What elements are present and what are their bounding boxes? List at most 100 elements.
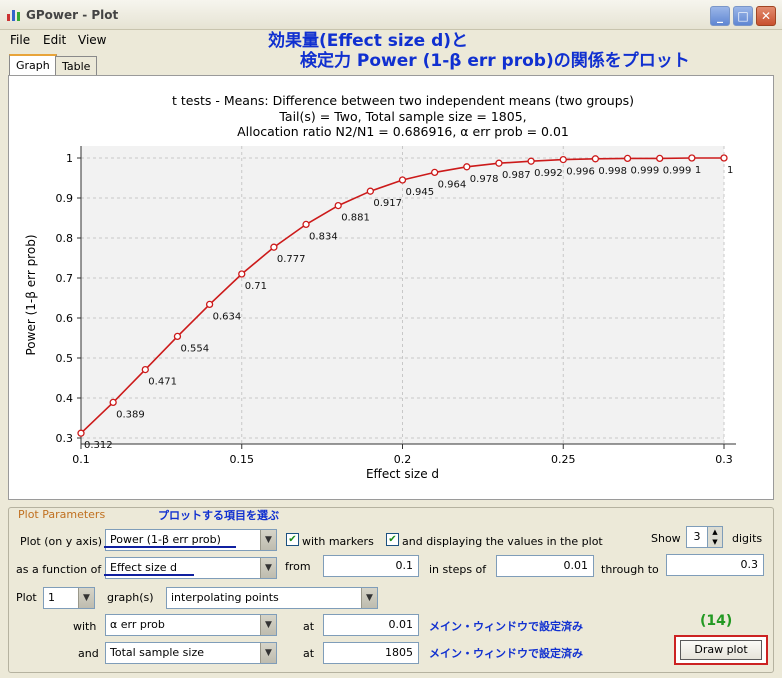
data-point-marker	[270, 243, 278, 251]
y-tick-label: 0.6	[56, 312, 74, 325]
digits-spinner[interactable]: ▲ ▼	[707, 526, 723, 548]
data-value-label: 0.471	[148, 377, 177, 388]
data-value-label: 0.777	[277, 254, 306, 265]
data-point-marker	[238, 270, 246, 278]
data-point-marker	[334, 201, 342, 210]
data-value-label: 1	[695, 165, 701, 176]
minimize-icon: _	[717, 9, 723, 23]
graph-count-select[interactable]: 1 ▼	[43, 587, 95, 609]
alpha-field[interactable]: 0.01	[323, 614, 419, 636]
plot-panel: t tests - Means: Difference between two …	[8, 75, 774, 500]
spin-up-icon: ▲	[712, 528, 718, 536]
data-value-label: 0.389	[116, 409, 145, 420]
display-values-checkbox[interactable]: ✔	[386, 533, 399, 546]
show-label: Show	[651, 532, 681, 545]
as-function-label: as a function of	[16, 563, 102, 576]
data-value-label: 0.917	[373, 198, 402, 209]
with-label: with	[73, 620, 97, 633]
y-tick-label: 0.9	[56, 192, 74, 205]
display-values-label: and displaying the values in the plot	[402, 535, 603, 548]
with-parameter-select[interactable]: α err prob ▼	[105, 614, 277, 636]
sample-size-field[interactable]: 1805	[323, 642, 419, 664]
from-label: from	[285, 560, 311, 573]
minimize-button[interactable]: _	[710, 6, 730, 26]
menu-bar: File Edit View	[0, 30, 782, 50]
plot-label: Plot	[16, 591, 37, 604]
plot-on-y-label: Plot (on y axis)	[20, 535, 103, 548]
interpolation-select[interactable]: interpolating points ▼	[166, 587, 378, 609]
chart-subtitle-2: Allocation ratio N2/N1 = 0.686916, α err…	[237, 124, 569, 139]
checkmark-icon: ✔	[388, 534, 397, 545]
data-point-marker	[623, 154, 632, 163]
x-tick-label: 0.15	[230, 453, 255, 466]
chart-title: t tests - Means: Difference between two …	[172, 93, 634, 108]
with-markers-label: with markers	[302, 535, 374, 548]
menu-view[interactable]: View	[78, 33, 106, 47]
chevron-down-icon: ▼	[361, 588, 377, 608]
data-value-label: 0.999	[631, 165, 660, 176]
data-point-marker	[141, 365, 149, 374]
maximize-button[interactable]: □	[733, 6, 753, 26]
chevron-down-icon: ▼	[260, 615, 276, 635]
chevron-down-icon: ▼	[260, 558, 276, 578]
data-value-label: 0.978	[470, 174, 499, 185]
chart-subtitle-1: Tail(s) = Two, Total sample size = 1805,	[278, 109, 526, 124]
data-point-marker	[77, 429, 85, 437]
data-point-marker	[205, 300, 214, 309]
y-axis-label: Power (1-β err prob)	[24, 235, 38, 356]
draw-plot-button[interactable]: Draw plot	[680, 640, 762, 660]
x-tick-label: 0.2	[394, 453, 412, 466]
and-parameter-select[interactable]: Total sample size ▼	[105, 642, 277, 664]
chevron-down-icon: ▼	[260, 530, 276, 550]
x-tick-label: 0.3	[715, 453, 733, 466]
annotation-set-in-main-1: メイン・ウィンドウで設定済み	[429, 620, 583, 633]
with-parameter-value: α err prob	[110, 618, 165, 631]
graph-count-value: 1	[48, 591, 55, 604]
tab-graph[interactable]: Graph	[9, 54, 57, 76]
plot-parameters-label: Plot Parameters	[15, 508, 109, 521]
x-axis-label: Effect size d	[366, 467, 439, 481]
data-value-label: 0.992	[534, 168, 563, 179]
at-label-2: at	[303, 647, 315, 660]
annotation-underline-y	[104, 546, 236, 548]
y-axis-select-value: Power (1-β err prob)	[110, 533, 221, 546]
data-point-marker	[173, 332, 182, 341]
tab-table[interactable]: Table	[55, 56, 98, 76]
data-value-label: 0.834	[309, 231, 338, 242]
y-tick-label: 1	[66, 152, 73, 165]
chevron-down-icon: ▼	[78, 588, 94, 608]
menu-edit[interactable]: Edit	[43, 33, 66, 47]
power-plot-chart: t tests - Means: Difference between two …	[24, 93, 736, 481]
through-field[interactable]: 0.3	[666, 554, 764, 576]
data-point-marker	[527, 157, 535, 165]
y-tick-label: 0.8	[56, 232, 74, 245]
graphs-label: graph(s)	[107, 591, 154, 604]
menu-file[interactable]: File	[10, 33, 30, 47]
from-field[interactable]: 0.1	[323, 555, 419, 577]
digits-field[interactable]: 3	[686, 526, 708, 548]
window-title: GPower - Plot	[26, 8, 119, 22]
close-button[interactable]: ✕	[756, 6, 776, 26]
data-point-marker	[591, 155, 600, 163]
chevron-down-icon: ▼	[260, 643, 276, 663]
data-value-label: 0.996	[566, 167, 595, 178]
data-point-marker	[109, 398, 117, 407]
data-point-marker	[656, 154, 664, 163]
y-tick-label: 0.4	[56, 392, 74, 405]
with-markers-checkbox[interactable]: ✔	[286, 533, 299, 546]
x-tick-label: 0.25	[551, 453, 576, 466]
annotation-select-items: プロットする項目を選ぶ	[158, 509, 279, 522]
in-steps-label: in steps of	[429, 563, 487, 576]
through-label: through to	[601, 563, 659, 576]
data-point-marker	[430, 168, 439, 177]
y-tick-label: 0.7	[56, 272, 74, 285]
draw-plot-highlight: Draw plot	[674, 635, 768, 665]
data-point-marker	[559, 155, 567, 164]
data-value-label: 0.945	[406, 187, 435, 198]
x-tick-label: 0.1	[72, 453, 90, 466]
steps-field[interactable]: 0.01	[496, 555, 594, 577]
data-value-label: 0.999	[663, 165, 692, 176]
data-value-label: 0.998	[598, 166, 627, 177]
data-value-label: 0.554	[180, 343, 209, 354]
and-label: and	[78, 647, 99, 660]
